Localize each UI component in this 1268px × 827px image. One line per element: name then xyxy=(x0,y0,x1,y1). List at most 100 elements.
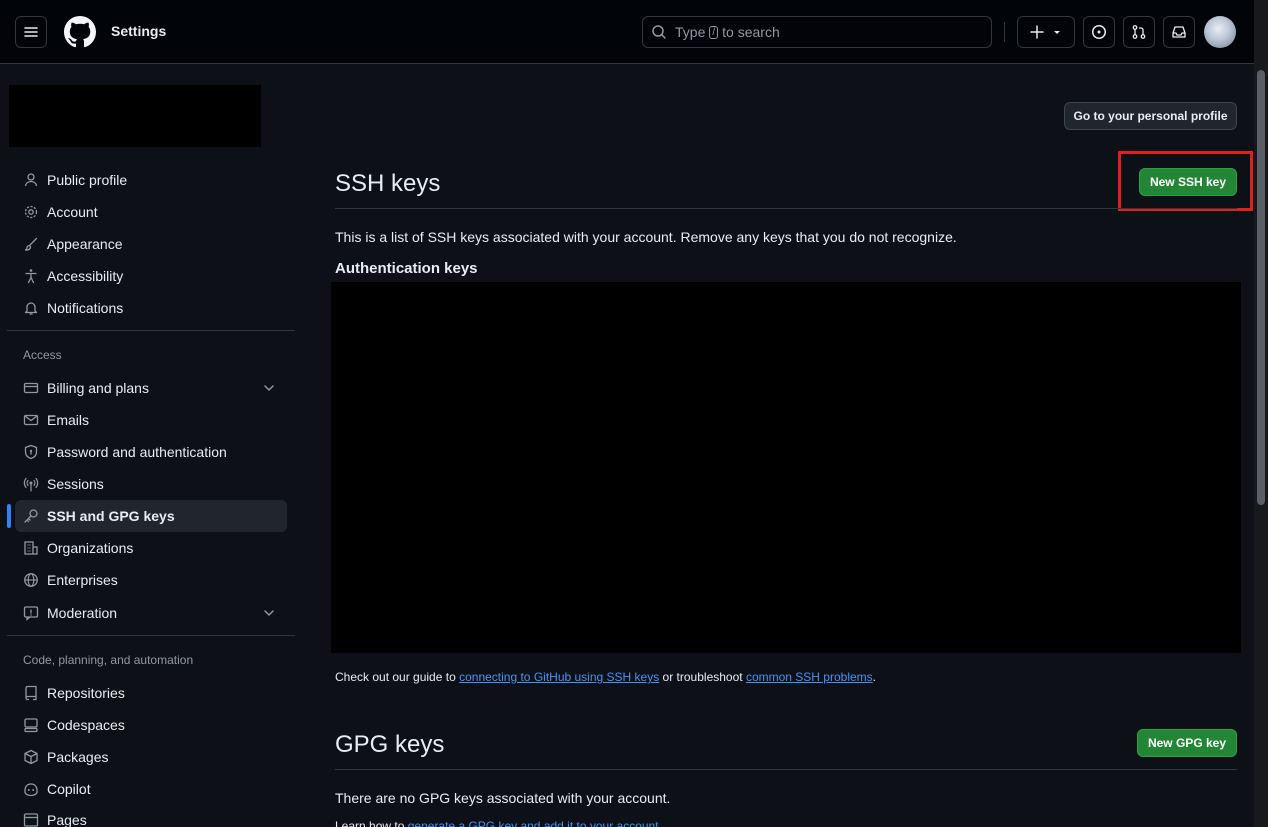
sidebar-item-accessibility[interactable]: Accessibility xyxy=(15,260,287,292)
sidebar-item-emails[interactable]: Emails xyxy=(15,404,287,436)
sidebar-item-appearance[interactable]: Appearance xyxy=(15,228,287,260)
sidebar-item-copilot[interactable]: Copilot xyxy=(15,773,287,805)
gpg-empty-text: There are no GPG keys associated with yo… xyxy=(335,790,671,806)
ssh-guide-text: Check out our guide to connecting to Git… xyxy=(335,670,876,684)
sidebar-item-moderation[interactable]: Moderation xyxy=(15,597,287,629)
gear-icon xyxy=(23,204,39,220)
page-title: Settings xyxy=(111,23,167,39)
sidebar-item-organizations[interactable]: Organizations xyxy=(15,532,287,564)
sidebar-item-label: Moderation xyxy=(47,605,118,621)
sidebar-item-label: SSH and GPG keys xyxy=(47,508,175,524)
paintbrush-icon xyxy=(23,236,39,252)
guide-suffix: . xyxy=(872,670,877,684)
issues-button[interactable] xyxy=(1083,16,1115,48)
bell-icon xyxy=(23,300,39,316)
package-icon xyxy=(23,749,39,765)
search-placeholder-suffix: to search xyxy=(722,24,780,40)
git-pull-request-icon xyxy=(1132,25,1146,39)
sidebar-item-label: Account xyxy=(47,204,98,220)
active-item-indicator xyxy=(7,504,11,528)
inbox-icon xyxy=(1172,26,1186,38)
ssh-heading-divider xyxy=(335,208,1237,209)
sidebar-item-label: Packages xyxy=(47,749,109,765)
sidebar-item-label: Codespaces xyxy=(47,717,125,733)
search-placeholder-prefix: Type xyxy=(675,24,706,40)
sidebar-item-label: Copilot xyxy=(47,781,91,797)
copilot-icon xyxy=(23,781,39,797)
sidebar-item-label: Enterprises xyxy=(47,572,118,588)
page-scrollbar[interactable] xyxy=(1254,0,1268,827)
guide-prefix: Check out our guide to xyxy=(335,670,456,684)
learn-prefix: Learn how to xyxy=(335,819,405,827)
broadcast-icon xyxy=(23,476,39,492)
sidebar-item-label: Organizations xyxy=(47,540,134,556)
sidebar-divider xyxy=(7,330,295,331)
sidebar-item-codespaces[interactable]: Codespaces xyxy=(15,709,287,741)
sidebar-item-label: Pages xyxy=(47,812,87,827)
github-logo-icon[interactable] xyxy=(64,16,96,48)
sidebar-item-repositories[interactable]: Repositories xyxy=(15,677,287,709)
codespaces-icon xyxy=(23,717,39,733)
sidebar-item-label: Notifications xyxy=(47,300,124,316)
user-avatar[interactable] xyxy=(1204,16,1236,48)
sidebar-item-label: Password and authentication xyxy=(47,444,227,460)
mail-icon xyxy=(23,412,39,428)
sidebar-item-account[interactable]: Account xyxy=(15,196,287,228)
authentication-keys-heading: Authentication keys xyxy=(335,260,478,277)
sidebar-item-packages[interactable]: Packages xyxy=(15,741,287,773)
search-icon xyxy=(652,25,666,39)
sidebar-item-label: Repositories xyxy=(47,685,125,701)
sidebar-item-label: Sessions xyxy=(47,476,104,492)
organization-icon xyxy=(23,540,39,556)
redacted-keys-list xyxy=(331,282,1241,653)
sidebar-item-label: Appearance xyxy=(47,236,123,252)
ssh-keys-heading: SSH keys xyxy=(335,170,441,197)
highlight-box xyxy=(1118,151,1253,211)
sidebar-item-label: Accessibility xyxy=(47,268,124,284)
globe-icon xyxy=(23,572,39,588)
sidebar-item-public-profile[interactable]: Public profile xyxy=(15,164,287,196)
create-new-button[interactable] xyxy=(1017,16,1075,48)
accessibility-icon xyxy=(23,268,39,284)
person-icon xyxy=(23,172,39,188)
redacted-profile-block xyxy=(9,85,261,147)
generate-gpg-key-link[interactable]: generate a GPG key and add it to your ac… xyxy=(408,819,659,827)
gpg-heading-divider xyxy=(335,769,1237,770)
gpg-learn-text: Learn how to generate a GPG key and add … xyxy=(335,819,662,827)
issue-opened-icon xyxy=(1092,25,1106,39)
sidebar-section-heading: Code, planning, and automation xyxy=(23,653,194,667)
sidebar-item-billing[interactable]: Billing and plans xyxy=(15,372,287,404)
report-icon xyxy=(23,605,39,621)
sidebar-item-pages[interactable]: Pages xyxy=(15,804,287,827)
ssh-connecting-guide-link[interactable]: connecting to GitHub using SSH keys xyxy=(459,670,659,684)
menu-button[interactable] xyxy=(15,16,47,48)
search-input[interactable]: Type / to search xyxy=(642,16,992,48)
sidebar-item-sessions[interactable]: Sessions xyxy=(15,468,287,500)
gpg-keys-heading: GPG keys xyxy=(335,731,445,758)
scrollbar-thumb[interactable] xyxy=(1257,70,1265,505)
sidebar-item-password[interactable]: Password and authentication xyxy=(15,436,287,468)
sidebar-item-label: Public profile xyxy=(47,172,128,188)
sidebar-section-heading: Access xyxy=(23,348,62,362)
credit-card-icon xyxy=(23,380,39,396)
learn-suffix: . xyxy=(658,819,662,827)
go-to-profile-button[interactable]: Go to your personal profile xyxy=(1064,102,1237,130)
inbox-button[interactable] xyxy=(1163,16,1195,48)
chevron-down-icon xyxy=(264,610,274,617)
guide-middle: or troubleshoot xyxy=(662,670,743,684)
header-divider xyxy=(1004,22,1005,42)
sidebar-item-label: Emails xyxy=(47,412,90,428)
sidebar-item-label: Billing and plans xyxy=(47,380,149,396)
chevron-down-icon xyxy=(264,385,274,392)
new-gpg-key-button[interactable]: New GPG key xyxy=(1137,729,1237,757)
top-header: Settings Type / to search xyxy=(0,0,1254,64)
sidebar-item-enterprises[interactable]: Enterprises xyxy=(15,564,287,596)
pull-requests-button[interactable] xyxy=(1123,16,1155,48)
repo-icon xyxy=(23,685,39,701)
sidebar-item-notifications[interactable]: Notifications xyxy=(15,292,287,324)
sidebar-divider xyxy=(7,635,295,636)
sidebar-item-ssh-gpg-keys[interactable]: SSH and GPG keys xyxy=(15,500,287,532)
hamburger-icon xyxy=(24,27,38,37)
ssh-troubleshoot-link[interactable]: common SSH problems xyxy=(746,670,873,684)
search-shortcut-key: / xyxy=(709,25,719,39)
